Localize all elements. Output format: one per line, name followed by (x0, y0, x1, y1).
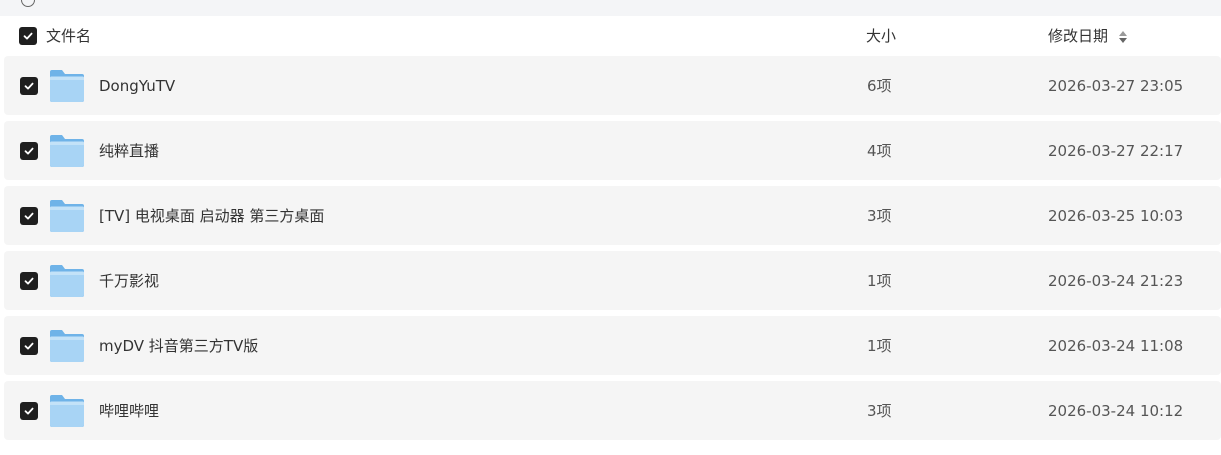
file-modified-date: 2026-03-27 22:17 (1048, 142, 1184, 160)
folder-icon (50, 200, 84, 232)
file-row[interactable]: myDV 抖音第三方TV版 1项 2026-03-24 11:08 (4, 316, 1221, 375)
row-checkbox[interactable] (20, 402, 38, 420)
file-row[interactable]: 哔哩哔哩 3项 2026-03-24 10:12 (4, 381, 1221, 440)
folder-icon (50, 395, 84, 427)
row-checkbox[interactable] (20, 272, 38, 290)
top-toolbar-strip (0, 0, 1221, 16)
file-size: 1项 (867, 337, 892, 355)
file-size: 3项 (867, 207, 892, 225)
file-name[interactable]: 千万影视 (99, 270, 159, 292)
file-name[interactable]: 纯粹直播 (99, 140, 159, 162)
column-header-date[interactable]: 修改日期 (1048, 26, 1108, 46)
file-name[interactable]: 哔哩哔哩 (99, 400, 159, 422)
file-list-header: 文件名 大小 修改日期 (0, 16, 1221, 56)
column-header-name[interactable]: 文件名 (46, 26, 91, 46)
check-icon (24, 212, 34, 220)
file-modified-date: 2026-03-27 23:05 (1048, 77, 1184, 95)
check-icon (24, 407, 34, 415)
check-icon (24, 147, 34, 155)
file-size: 1项 (867, 272, 892, 290)
file-row[interactable]: 纯粹直播 4项 2026-03-27 22:17 (4, 121, 1221, 180)
file-name[interactable]: myDV 抖音第三方TV版 (99, 335, 258, 357)
file-modified-date: 2026-03-25 10:03 (1048, 207, 1184, 225)
sort-updown-icon[interactable] (1118, 29, 1128, 45)
row-checkbox[interactable] (20, 142, 38, 160)
check-icon (23, 32, 33, 40)
folder-icon (50, 265, 84, 297)
select-all-checkbox[interactable] (19, 27, 37, 45)
file-size: 6项 (867, 77, 892, 95)
file-modified-date: 2026-03-24 10:12 (1048, 402, 1184, 420)
check-icon (24, 342, 34, 350)
folder-icon (50, 70, 84, 102)
folder-icon (50, 135, 84, 167)
file-row[interactable]: [TV] 电视桌面 启动器 第三方桌面 3项 2026-03-25 10:03 (4, 186, 1221, 245)
folder-icon (50, 330, 84, 362)
check-icon (24, 82, 34, 90)
row-checkbox[interactable] (20, 337, 38, 355)
check-icon (24, 277, 34, 285)
file-name[interactable]: DongYuTV (99, 75, 175, 97)
file-row[interactable]: 千万影视 1项 2026-03-24 21:23 (4, 251, 1221, 310)
file-size: 3项 (867, 402, 892, 420)
column-header-size[interactable]: 大小 (866, 26, 896, 46)
row-checkbox[interactable] (20, 207, 38, 225)
file-size: 4项 (867, 142, 892, 160)
file-name[interactable]: [TV] 电视桌面 启动器 第三方桌面 (99, 205, 324, 227)
file-modified-date: 2026-03-24 11:08 (1048, 337, 1184, 355)
file-row[interactable]: DongYuTV 6项 2026-03-27 23:05 (4, 56, 1221, 115)
file-modified-date: 2026-03-24 21:23 (1048, 272, 1184, 290)
row-checkbox[interactable] (20, 77, 38, 95)
info-icon[interactable] (21, 0, 35, 7)
